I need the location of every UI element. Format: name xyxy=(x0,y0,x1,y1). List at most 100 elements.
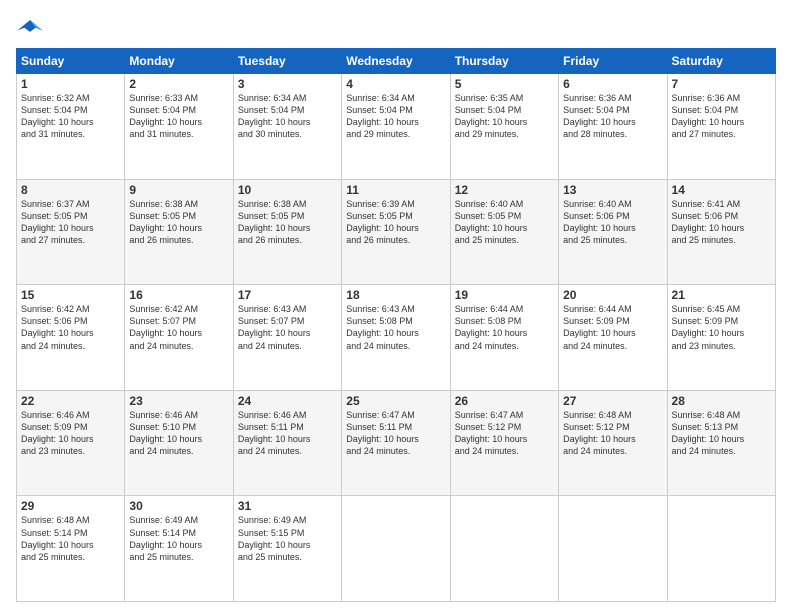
day-cell-29: 29Sunrise: 6:48 AM Sunset: 5:14 PM Dayli… xyxy=(17,496,125,602)
empty-cell xyxy=(667,496,775,602)
day-number: 5 xyxy=(455,77,554,91)
day-number: 16 xyxy=(129,288,228,302)
day-cell-16: 16Sunrise: 6:42 AM Sunset: 5:07 PM Dayli… xyxy=(125,285,233,391)
day-info: Sunrise: 6:35 AM Sunset: 5:04 PM Dayligh… xyxy=(455,92,554,141)
day-info: Sunrise: 6:46 AM Sunset: 5:10 PM Dayligh… xyxy=(129,409,228,458)
day-cell-26: 26Sunrise: 6:47 AM Sunset: 5:12 PM Dayli… xyxy=(450,390,558,496)
day-info: Sunrise: 6:48 AM Sunset: 5:12 PM Dayligh… xyxy=(563,409,662,458)
empty-cell xyxy=(450,496,558,602)
day-number: 10 xyxy=(238,183,337,197)
day-number: 9 xyxy=(129,183,228,197)
day-number: 14 xyxy=(672,183,771,197)
week-row-4: 22Sunrise: 6:46 AM Sunset: 5:09 PM Dayli… xyxy=(17,390,776,496)
day-info: Sunrise: 6:42 AM Sunset: 5:06 PM Dayligh… xyxy=(21,303,120,352)
day-number: 3 xyxy=(238,77,337,91)
day-info: Sunrise: 6:47 AM Sunset: 5:11 PM Dayligh… xyxy=(346,409,445,458)
day-cell-18: 18Sunrise: 6:43 AM Sunset: 5:08 PM Dayli… xyxy=(342,285,450,391)
day-number: 11 xyxy=(346,183,445,197)
day-number: 8 xyxy=(21,183,120,197)
week-row-3: 15Sunrise: 6:42 AM Sunset: 5:06 PM Dayli… xyxy=(17,285,776,391)
week-row-1: 1Sunrise: 6:32 AM Sunset: 5:04 PM Daylig… xyxy=(17,74,776,180)
day-info: Sunrise: 6:38 AM Sunset: 5:05 PM Dayligh… xyxy=(238,198,337,247)
day-cell-9: 9Sunrise: 6:38 AM Sunset: 5:05 PM Daylig… xyxy=(125,179,233,285)
weekday-header-saturday: Saturday xyxy=(667,49,775,74)
day-info: Sunrise: 6:40 AM Sunset: 5:06 PM Dayligh… xyxy=(563,198,662,247)
day-cell-19: 19Sunrise: 6:44 AM Sunset: 5:08 PM Dayli… xyxy=(450,285,558,391)
day-number: 29 xyxy=(21,499,120,513)
day-info: Sunrise: 6:46 AM Sunset: 5:11 PM Dayligh… xyxy=(238,409,337,458)
header xyxy=(16,16,776,38)
day-cell-15: 15Sunrise: 6:42 AM Sunset: 5:06 PM Dayli… xyxy=(17,285,125,391)
day-cell-1: 1Sunrise: 6:32 AM Sunset: 5:04 PM Daylig… xyxy=(17,74,125,180)
day-cell-23: 23Sunrise: 6:46 AM Sunset: 5:10 PM Dayli… xyxy=(125,390,233,496)
day-info: Sunrise: 6:45 AM Sunset: 5:09 PM Dayligh… xyxy=(672,303,771,352)
day-number: 24 xyxy=(238,394,337,408)
day-cell-14: 14Sunrise: 6:41 AM Sunset: 5:06 PM Dayli… xyxy=(667,179,775,285)
day-info: Sunrise: 6:36 AM Sunset: 5:04 PM Dayligh… xyxy=(563,92,662,141)
day-cell-8: 8Sunrise: 6:37 AM Sunset: 5:05 PM Daylig… xyxy=(17,179,125,285)
day-info: Sunrise: 6:44 AM Sunset: 5:09 PM Dayligh… xyxy=(563,303,662,352)
weekday-header-sunday: Sunday xyxy=(17,49,125,74)
day-number: 13 xyxy=(563,183,662,197)
day-number: 6 xyxy=(563,77,662,91)
day-cell-11: 11Sunrise: 6:39 AM Sunset: 5:05 PM Dayli… xyxy=(342,179,450,285)
day-info: Sunrise: 6:49 AM Sunset: 5:15 PM Dayligh… xyxy=(238,514,337,563)
day-number: 18 xyxy=(346,288,445,302)
weekday-header-monday: Monday xyxy=(125,49,233,74)
day-number: 30 xyxy=(129,499,228,513)
weekday-header-wednesday: Wednesday xyxy=(342,49,450,74)
day-info: Sunrise: 6:43 AM Sunset: 5:07 PM Dayligh… xyxy=(238,303,337,352)
day-cell-30: 30Sunrise: 6:49 AM Sunset: 5:14 PM Dayli… xyxy=(125,496,233,602)
day-cell-3: 3Sunrise: 6:34 AM Sunset: 5:04 PM Daylig… xyxy=(233,74,341,180)
day-number: 31 xyxy=(238,499,337,513)
day-number: 27 xyxy=(563,394,662,408)
day-cell-27: 27Sunrise: 6:48 AM Sunset: 5:12 PM Dayli… xyxy=(559,390,667,496)
day-number: 26 xyxy=(455,394,554,408)
day-info: Sunrise: 6:33 AM Sunset: 5:04 PM Dayligh… xyxy=(129,92,228,141)
day-info: Sunrise: 6:39 AM Sunset: 5:05 PM Dayligh… xyxy=(346,198,445,247)
day-info: Sunrise: 6:48 AM Sunset: 5:13 PM Dayligh… xyxy=(672,409,771,458)
day-number: 21 xyxy=(672,288,771,302)
week-row-2: 8Sunrise: 6:37 AM Sunset: 5:05 PM Daylig… xyxy=(17,179,776,285)
empty-cell xyxy=(342,496,450,602)
day-number: 20 xyxy=(563,288,662,302)
day-cell-4: 4Sunrise: 6:34 AM Sunset: 5:04 PM Daylig… xyxy=(342,74,450,180)
day-number: 1 xyxy=(21,77,120,91)
day-cell-31: 31Sunrise: 6:49 AM Sunset: 5:15 PM Dayli… xyxy=(233,496,341,602)
day-info: Sunrise: 6:46 AM Sunset: 5:09 PM Dayligh… xyxy=(21,409,120,458)
day-info: Sunrise: 6:37 AM Sunset: 5:05 PM Dayligh… xyxy=(21,198,120,247)
day-cell-7: 7Sunrise: 6:36 AM Sunset: 5:04 PM Daylig… xyxy=(667,74,775,180)
day-info: Sunrise: 6:34 AM Sunset: 5:04 PM Dayligh… xyxy=(346,92,445,141)
day-info: Sunrise: 6:44 AM Sunset: 5:08 PM Dayligh… xyxy=(455,303,554,352)
day-cell-5: 5Sunrise: 6:35 AM Sunset: 5:04 PM Daylig… xyxy=(450,74,558,180)
day-cell-22: 22Sunrise: 6:46 AM Sunset: 5:09 PM Dayli… xyxy=(17,390,125,496)
day-info: Sunrise: 6:49 AM Sunset: 5:14 PM Dayligh… xyxy=(129,514,228,563)
page: SundayMondayTuesdayWednesdayThursdayFrid… xyxy=(0,0,792,612)
day-number: 23 xyxy=(129,394,228,408)
day-cell-24: 24Sunrise: 6:46 AM Sunset: 5:11 PM Dayli… xyxy=(233,390,341,496)
day-cell-13: 13Sunrise: 6:40 AM Sunset: 5:06 PM Dayli… xyxy=(559,179,667,285)
day-cell-2: 2Sunrise: 6:33 AM Sunset: 5:04 PM Daylig… xyxy=(125,74,233,180)
day-number: 12 xyxy=(455,183,554,197)
week-row-5: 29Sunrise: 6:48 AM Sunset: 5:14 PM Dayli… xyxy=(17,496,776,602)
weekday-header-thursday: Thursday xyxy=(450,49,558,74)
day-cell-6: 6Sunrise: 6:36 AM Sunset: 5:04 PM Daylig… xyxy=(559,74,667,180)
day-number: 4 xyxy=(346,77,445,91)
day-cell-21: 21Sunrise: 6:45 AM Sunset: 5:09 PM Dayli… xyxy=(667,285,775,391)
weekday-header-row: SundayMondayTuesdayWednesdayThursdayFrid… xyxy=(17,49,776,74)
weekday-header-tuesday: Tuesday xyxy=(233,49,341,74)
day-number: 17 xyxy=(238,288,337,302)
day-info: Sunrise: 6:48 AM Sunset: 5:14 PM Dayligh… xyxy=(21,514,120,563)
day-cell-12: 12Sunrise: 6:40 AM Sunset: 5:05 PM Dayli… xyxy=(450,179,558,285)
day-info: Sunrise: 6:40 AM Sunset: 5:05 PM Dayligh… xyxy=(455,198,554,247)
day-info: Sunrise: 6:43 AM Sunset: 5:08 PM Dayligh… xyxy=(346,303,445,352)
day-info: Sunrise: 6:32 AM Sunset: 5:04 PM Dayligh… xyxy=(21,92,120,141)
day-number: 15 xyxy=(21,288,120,302)
day-cell-25: 25Sunrise: 6:47 AM Sunset: 5:11 PM Dayli… xyxy=(342,390,450,496)
day-number: 7 xyxy=(672,77,771,91)
empty-cell xyxy=(559,496,667,602)
day-info: Sunrise: 6:34 AM Sunset: 5:04 PM Dayligh… xyxy=(238,92,337,141)
day-number: 2 xyxy=(129,77,228,91)
day-number: 19 xyxy=(455,288,554,302)
day-cell-28: 28Sunrise: 6:48 AM Sunset: 5:13 PM Dayli… xyxy=(667,390,775,496)
